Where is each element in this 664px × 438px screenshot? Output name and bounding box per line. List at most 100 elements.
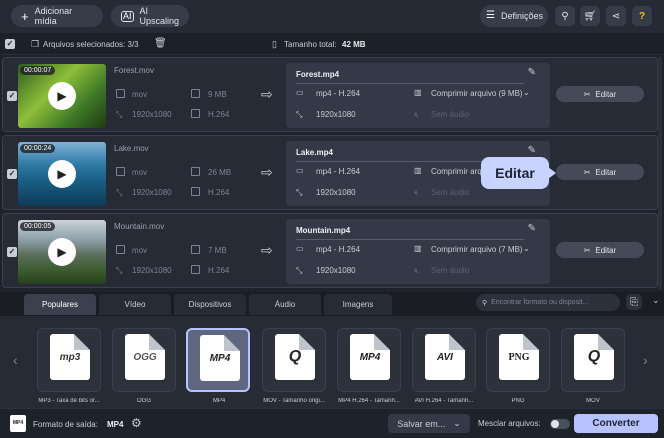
plus-icon: + (21, 8, 29, 24)
chevron-down-icon[interactable]: ⌄ (523, 244, 530, 253)
help-button[interactable]: ? (632, 6, 652, 26)
format-label: PNG (511, 398, 525, 404)
filesize-icon (191, 89, 200, 98)
save-to-button[interactable]: Salvar em... ⌄ (388, 414, 470, 433)
settings-button[interactable]: ☰ Definições (480, 5, 548, 27)
play-icon[interactable]: ▶ (48, 82, 76, 110)
row-checkbox[interactable]: ✓ (7, 247, 17, 257)
file-list-scrollbar[interactable] (658, 57, 662, 289)
convert-button[interactable]: Converter (574, 414, 658, 433)
edit-label: Editar (595, 245, 617, 255)
output-file-name[interactable]: Forest.mp4 (296, 70, 339, 79)
output-format-value[interactable]: mp4 - H.264 (316, 89, 360, 98)
file-row-mountain[interactable]: ✓ 00:00:05 ▶ Mountain.mov mov 7 MB ⤡ 192… (2, 213, 658, 288)
filesize-value: 26 MB (208, 168, 232, 177)
video-thumbnail[interactable]: 00:00:07 ▶ (18, 64, 106, 128)
output-resolution-icon: ⤡ (296, 110, 303, 119)
output-resolution-value[interactable]: 1920x1080 (316, 188, 356, 197)
format-avi-h264[interactable]: AVI (412, 328, 476, 392)
output-file-name[interactable]: Mountain.mp4 (296, 226, 350, 235)
video-thumbnail[interactable]: 00:00:05 ▶ (18, 220, 106, 284)
search-button[interactable]: ⚲ (555, 6, 575, 26)
format-label: OGG (136, 398, 151, 404)
output-resolution-value[interactable]: 1920x1080 (316, 110, 356, 119)
compress-icon: ▥ (414, 88, 422, 97)
output-format-label: Formato de saída: (33, 420, 98, 429)
gear-icon[interactable]: ⚙ (131, 416, 142, 430)
output-format-value[interactable]: mp4 - H.264 (316, 167, 360, 176)
save-to-label: Salvar em... (397, 418, 446, 429)
convert-arrow-icon: ⇨ (261, 164, 273, 180)
audio-value[interactable]: Sem áudio (431, 110, 469, 119)
codec-icon (191, 265, 200, 274)
resolution-icon: ⤡ (116, 110, 123, 119)
video-thumbnail[interactable]: 00:00:24 ▶ (18, 142, 106, 206)
play-icon[interactable]: ▶ (48, 238, 76, 266)
tab-audio[interactable]: Áudio (249, 294, 321, 315)
rename-pencil-icon[interactable]: ✎ (528, 145, 536, 156)
compress-dropdown[interactable]: Comprimir arquivo (9 MB) (431, 89, 523, 98)
collapse-chevron-icon[interactable]: ⌄ (652, 295, 660, 306)
total-size-value: 42 MB (342, 40, 366, 49)
gallery-next-icon[interactable]: › (643, 352, 648, 368)
scissors-icon: ✂ (583, 245, 591, 255)
output-format-value[interactable]: mp4 - H.264 (316, 245, 360, 254)
format-mov-original[interactable]: Q (262, 328, 326, 392)
format-label: MP4 (212, 398, 226, 404)
chevron-down-icon[interactable]: ⌄ (523, 88, 530, 97)
file-row-forest[interactable]: ✓ 00:00:07 ▶ Forest.mov mov 9 MB ⤡ 1920x… (2, 57, 658, 132)
add-media-button[interactable]: + Adicionar mídia (11, 5, 103, 27)
duration-badge: 00:00:05 (20, 222, 56, 231)
tab-dispositivos[interactable]: Dispositivos (174, 294, 246, 315)
filesize-icon (191, 245, 200, 254)
file-row-lake[interactable]: ✓ 00:00:24 ▶ Lake.mov mov 26 MB ⤡ 1920x1… (2, 135, 658, 210)
selected-count-label: Arquivos selecionados: 3/3 (43, 40, 139, 49)
format-png[interactable]: PNG (486, 328, 550, 392)
output-resolution-value[interactable]: 1920x1080 (316, 266, 356, 275)
output-file-name[interactable]: Lake.mp4 (296, 148, 333, 157)
compress-icon: ▥ (414, 166, 422, 175)
edit-button[interactable]: ✂ Editar (556, 242, 644, 258)
rename-pencil-icon[interactable]: ✎ (528, 67, 536, 78)
search-icon: ⚲ (561, 10, 569, 22)
format-label: MOV (586, 398, 600, 404)
cart-button[interactable]: 🛒︎ (580, 6, 600, 26)
tab-video[interactable]: Vídeo (99, 294, 171, 315)
rename-pencil-icon[interactable]: ✎ (528, 223, 536, 234)
ai-upscaling-label: AI Upscaling (139, 6, 180, 26)
compress-dropdown[interactable]: Comprimir arquivo (7 MB) (431, 245, 523, 254)
audio-value[interactable]: Sem áudio (431, 266, 469, 275)
resolution-icon: ⤡ (116, 188, 123, 197)
quicktime-icon: Q (275, 334, 315, 380)
help-icon: ? (638, 10, 646, 22)
row-checkbox[interactable]: ✓ (7, 91, 17, 101)
audio-value[interactable]: Sem áudio (431, 188, 469, 197)
import-format-button[interactable]: ⎘ (626, 294, 642, 310)
codec-icon (191, 187, 200, 196)
duration-badge: 00:00:07 (20, 66, 56, 75)
edit-button[interactable]: ✂ Editar (556, 86, 644, 102)
row-checkbox[interactable]: ✓ (7, 169, 17, 179)
format-mp4[interactable]: MP4 (186, 328, 250, 392)
quicktime-icon: Q (574, 334, 614, 380)
format-search-input[interactable]: ⚲ Encontrar formato ou disposit... (476, 294, 620, 311)
edit-button[interactable]: ✂ Editar (556, 164, 644, 180)
tab-populares[interactable]: Populares (24, 294, 96, 315)
output-format-icon: ▭ (296, 88, 304, 97)
gallery-prev-icon[interactable]: ‹ (13, 352, 18, 368)
ai-upscaling-button[interactable]: AI AI Upscaling (111, 5, 189, 27)
select-all-checkbox[interactable]: ✓ (5, 39, 15, 49)
format-mp4-h264[interactable]: MP4 (337, 328, 401, 392)
format-mp3[interactable]: mp3 (37, 328, 101, 392)
format-ogg[interactable]: OGG (112, 328, 176, 392)
format-mov[interactable]: Q (561, 328, 625, 392)
container-value: mov (132, 246, 148, 255)
tab-imagens[interactable]: Imagens (324, 294, 392, 315)
delete-icon[interactable]: 🗑︎ (154, 38, 167, 49)
png-icon: PNG (499, 334, 539, 380)
share-button[interactable]: ⋖ (606, 6, 626, 26)
top-toolbar: + Adicionar mídia AI AI Upscaling ☰ Defi… (0, 0, 664, 33)
merge-files-toggle[interactable] (550, 419, 570, 429)
cart-icon: 🛒︎ (583, 10, 597, 22)
play-icon[interactable]: ▶ (48, 160, 76, 188)
